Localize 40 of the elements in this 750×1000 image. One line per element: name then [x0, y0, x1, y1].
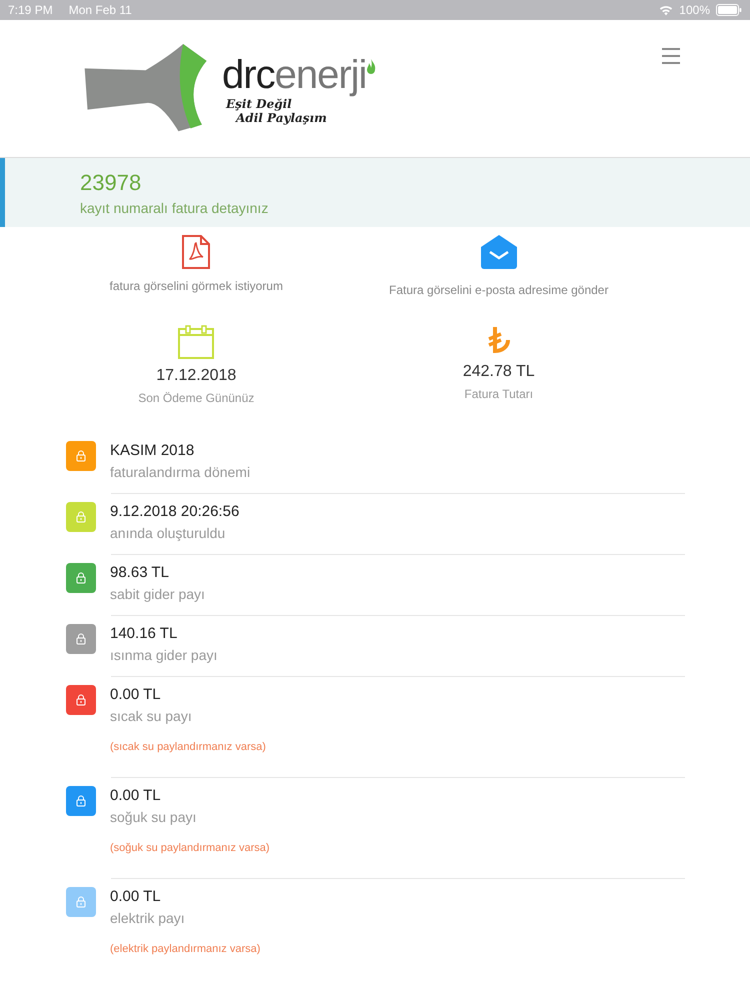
detail-note: (sıcak su paylandırmanız varsa) [110, 741, 266, 753]
detail-label: ısınma gider payı [110, 646, 218, 665]
summary-label: Son Ödeme Gününüz [138, 391, 254, 405]
detail-label: elektrik payı [110, 909, 186, 928]
summary-label: Fatura Tutarı [464, 387, 534, 401]
detail-label: anında oluşturuldu [110, 524, 226, 543]
menu-icon[interactable] [662, 48, 680, 64]
detail-value: 0.00 TL [110, 887, 162, 907]
flame-icon [366, 58, 376, 74]
detail-note: (elektrik paylandırmanız varsa) [110, 943, 260, 955]
detail-label: sabit gider payı [110, 585, 205, 604]
detail-label: faturalandırma dönemi [110, 463, 250, 482]
detail-value: 140.16 TL [110, 624, 178, 644]
detail-value: 9.12.2018 20:26:56 [110, 502, 240, 522]
battery-percent: 100% [679, 3, 710, 17]
status-date: Mon Feb 11 [68, 3, 132, 17]
action-link[interactable]: Fatura görselini e-posta adresime gönder [389, 283, 608, 297]
detail-label: sıcak su payı [110, 707, 193, 726]
status-time: 7:19 PM [8, 3, 53, 17]
slogan-text: Adil Paylaşım [236, 110, 328, 124]
battery-icon [716, 4, 742, 16]
detail-note: (soğuk su paylandırmanız varsa) [110, 842, 270, 854]
envelope-icon[interactable] [480, 235, 517, 269]
lira-icon [486, 325, 511, 355]
brand-name-dark: drc [222, 52, 275, 96]
summary-value: 242.78 TL [462, 363, 535, 381]
summary-value: 17.12.2018 [156, 367, 236, 385]
detail-value: 98.63 TL [110, 563, 170, 583]
detail-value: 0.00 TL [110, 786, 162, 806]
detail-value: 0.00 TL [110, 685, 162, 705]
pdf-file-icon[interactable] [181, 235, 212, 269]
banner-subtitle: kayıt numaralı fatura detayınız [80, 200, 270, 216]
detail-label: soğuk su payı [110, 808, 198, 827]
action-link[interactable]: fatura görselini görmek istiyorum [110, 279, 283, 293]
calendar-icon [178, 325, 214, 359]
wifi-icon [659, 4, 674, 16]
detail-value: KASIM 2018 [110, 441, 196, 461]
invoice-number: 23978 [80, 170, 142, 196]
brand-name-light: enerji [274, 52, 366, 96]
slogan-text: Eşit Değil [226, 96, 293, 110]
